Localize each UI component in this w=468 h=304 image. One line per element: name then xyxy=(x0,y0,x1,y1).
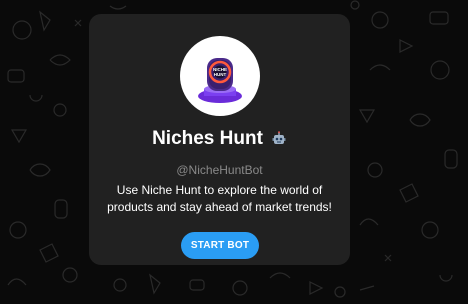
chat-background: NICHE HUNT Niches Hunt @NicheHuntBot Use… xyxy=(0,0,468,304)
bot-avatar[interactable]: NICHE HUNT xyxy=(180,36,260,116)
bot-info-card: NICHE HUNT Niches Hunt @NicheHuntBot Use… xyxy=(89,14,350,265)
bot-name: Niches Hunt xyxy=(152,128,263,149)
robot-icon xyxy=(271,131,287,147)
start-bot-button[interactable]: START BOT xyxy=(181,232,259,259)
bot-username: @NicheHuntBot xyxy=(176,163,263,177)
niche-hunt-logo-icon: NICHE HUNT xyxy=(198,58,242,103)
svg-text:HUNT: HUNT xyxy=(214,72,227,77)
bot-title-row: Niches Hunt xyxy=(89,126,350,152)
bot-description: Use Niche Hunt to explore the world of p… xyxy=(107,183,332,214)
